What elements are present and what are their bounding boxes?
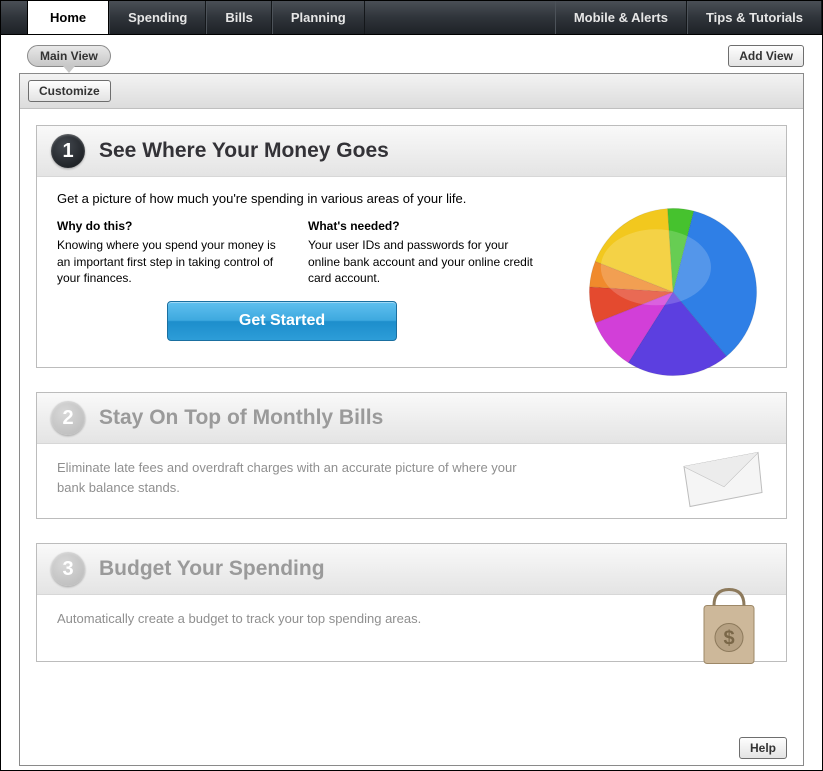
view-bar: Main View Add View bbox=[1, 35, 822, 73]
top-nav: Home Spending Bills Planning Mobile & Al… bbox=[1, 1, 822, 35]
step-number-badge: 3 bbox=[51, 552, 85, 586]
why-column: Why do this? Knowing where you spend you… bbox=[57, 218, 286, 287]
step-number-badge: 2 bbox=[51, 401, 85, 435]
main-panel: Customize 1 See Where Your Money Goes Ge… bbox=[19, 73, 804, 766]
help-button[interactable]: Help bbox=[739, 737, 787, 759]
what-text: Your user IDs and passwords for your onl… bbox=[308, 237, 537, 287]
envelope-icon bbox=[676, 445, 768, 518]
nav-tab-mobile-alerts[interactable]: Mobile & Alerts bbox=[555, 1, 687, 34]
customize-button[interactable]: Customize bbox=[28, 80, 111, 102]
step-title: Budget Your Spending bbox=[99, 557, 325, 581]
why-heading: Why do this? bbox=[57, 218, 286, 235]
what-heading: What's needed? bbox=[308, 218, 537, 235]
step-title: Stay On Top of Monthly Bills bbox=[99, 406, 383, 430]
step-number-badge: 1 bbox=[51, 134, 85, 168]
add-view-button[interactable]: Add View bbox=[728, 45, 804, 67]
get-started-button[interactable]: Get Started bbox=[167, 301, 397, 341]
why-text: Knowing where you spend your money is an… bbox=[57, 237, 286, 287]
pie-chart-icon bbox=[578, 197, 768, 390]
shopping-bag-icon: $ bbox=[690, 582, 768, 675]
step-desc: Automatically create a budget to track y… bbox=[57, 609, 537, 629]
content-area: 1 See Where Your Money Goes Get a pictur… bbox=[20, 109, 803, 765]
nav-tab-planning[interactable]: Planning bbox=[272, 1, 365, 34]
step-desc: Eliminate late fees and overdraft charge… bbox=[57, 458, 537, 497]
main-view-tab[interactable]: Main View bbox=[27, 45, 111, 67]
step-card-1: 1 See Where Your Money Goes Get a pictur… bbox=[36, 125, 787, 368]
nav-tab-bills[interactable]: Bills bbox=[206, 1, 271, 34]
step-title: See Where Your Money Goes bbox=[99, 139, 389, 163]
nav-tab-tips-tutorials[interactable]: Tips & Tutorials bbox=[687, 1, 822, 34]
footer-bar: Help bbox=[20, 731, 803, 765]
nav-tab-spending[interactable]: Spending bbox=[109, 1, 206, 34]
svg-text:$: $ bbox=[723, 628, 734, 650]
step-card-1-header: 1 See Where Your Money Goes bbox=[37, 126, 786, 177]
step-card-2: 2 Stay On Top of Monthly Bills Eliminate… bbox=[36, 392, 787, 519]
step-card-2-header: 2 Stay On Top of Monthly Bills bbox=[37, 393, 786, 444]
toolbar: Customize bbox=[20, 74, 803, 109]
nav-tab-home[interactable]: Home bbox=[27, 1, 109, 34]
step-card-3-header: 3 Budget Your Spending bbox=[37, 544, 786, 595]
step-card-3: 3 Budget Your Spending Automatically cre… bbox=[36, 543, 787, 662]
what-column: What's needed? Your user IDs and passwor… bbox=[308, 218, 537, 287]
